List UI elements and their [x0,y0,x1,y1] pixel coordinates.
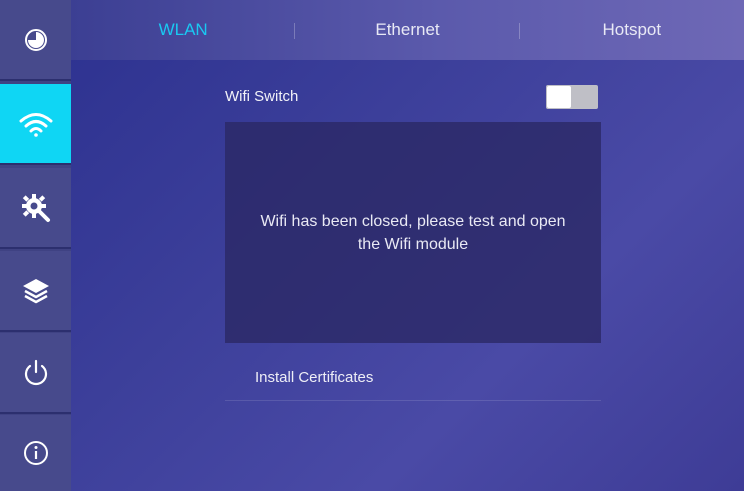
install-certificates-item[interactable]: Install Certificates [225,360,601,401]
wifi-status-panel: Wifi has been closed, please test and op… [225,122,601,343]
tab-hotspot[interactable]: Hotspot [520,0,744,60]
wifi-switch-toggle[interactable] [546,85,598,109]
toggle-knob [547,86,571,108]
tab-ethernet-label: Ethernet [375,20,440,39]
wifi-status-message: Wifi has been closed, please test and op… [260,212,566,253]
pie-chart-icon [24,28,48,52]
sidebar-item-dashboard[interactable] [0,0,71,81]
wifi-switch-label: Wifi Switch [225,88,299,105]
tab-wlan[interactable]: WLAN [71,0,296,60]
wifi-icon [19,111,53,137]
sidebar-item-layers[interactable] [0,251,71,332]
sidebar-item-network[interactable] [0,84,71,165]
tab-wlan-label: WLAN [158,20,208,39]
tab-hotspot-label: Hotspot [602,20,662,39]
settings-icon [21,193,51,223]
info-icon [23,440,49,466]
install-certificates-label: Install Certificates [255,369,374,386]
sidebar [0,0,71,491]
layers-icon [21,277,51,305]
app-window: WLAN Ethernet Hotspot Wifi Switch Wifi h… [0,0,744,491]
sidebar-item-settings[interactable] [0,168,71,249]
power-icon [23,359,49,387]
tab-bar: WLAN Ethernet Hotspot [71,0,744,60]
sidebar-item-power[interactable] [0,333,71,414]
tab-ethernet[interactable]: Ethernet [295,0,520,60]
sidebar-item-info[interactable] [0,415,71,491]
